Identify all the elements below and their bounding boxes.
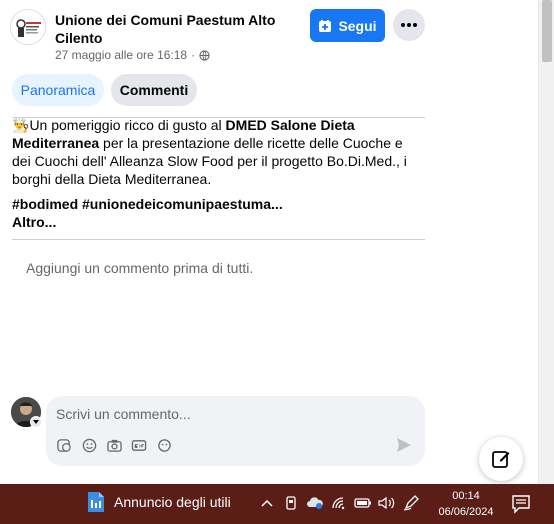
clock-date: 06/06/2024 — [438, 506, 494, 518]
comment-input[interactable]: Scrivi un commento... — [56, 406, 191, 422]
page-logo-icon — [11, 10, 45, 44]
divider — [12, 239, 425, 240]
stock-news-icon — [88, 492, 104, 512]
edit-icon — [492, 451, 510, 468]
follow-label: Segui — [338, 17, 377, 34]
ellipsis-icon — [401, 23, 417, 27]
send-icon[interactable] — [395, 436, 413, 454]
sticker-icon[interactable] — [156, 437, 172, 453]
chef-emoji: 👨‍🍳 — [12, 117, 30, 133]
page-avatar[interactable] — [10, 9, 46, 45]
post-hashtags: #bodimed #unionedeicomunipaestuma... Alt… — [12, 195, 424, 231]
facebook-post-page: Unione dei Comuni Paestum Alto Cilento 2… — [0, 0, 538, 484]
clock-time: 00:14 — [452, 490, 480, 502]
taskbar-widget[interactable]: Annuncio degli utili — [86, 491, 231, 513]
wifi-icon[interactable] — [330, 494, 348, 512]
taskbar-widget-label: Annuncio degli utili — [114, 494, 231, 510]
page-scrollbar[interactable] — [538, 0, 554, 484]
globe-icon — [199, 49, 210, 61]
taskbar-clock[interactable]: 00:14 06/06/2024 — [432, 488, 500, 520]
hashtag-links[interactable]: #bodimed #unionedeicomunipaestuma... — [12, 195, 424, 213]
new-message-button[interactable] — [479, 437, 523, 481]
volume-icon[interactable] — [378, 494, 396, 512]
chevron-down-icon — [33, 420, 39, 424]
system-tray — [258, 494, 420, 512]
post-meta: 27 maggio alle ore 16:18 · — [55, 48, 210, 62]
meta-separator: · — [191, 48, 196, 62]
pen-icon[interactable] — [402, 494, 420, 512]
post-timestamp[interactable]: 27 maggio alle ore 16:18 — [55, 48, 187, 62]
gif-icon[interactable] — [131, 437, 147, 453]
tab-comments[interactable]: Commenti — [111, 74, 197, 106]
empty-comments-text: Aggiungi un commento prima di tutti. — [26, 260, 254, 276]
usb-device-icon[interactable] — [282, 494, 300, 512]
comment-composer[interactable]: Scrivi un commento... — [46, 396, 425, 466]
follow-button[interactable]: Segui — [310, 9, 385, 42]
scrollbar-thumb[interactable] — [542, 0, 552, 62]
notification-center-icon[interactable] — [511, 494, 531, 514]
chevron-up-icon[interactable] — [258, 494, 276, 512]
windows-taskbar: Annuncio degli utili 00:14 06/06/2024 — [0, 484, 554, 524]
comment-tools — [56, 437, 172, 453]
see-more-link[interactable]: Altro... — [12, 213, 424, 231]
page-name-link[interactable]: Unione dei Comuni Paestum Alto Cilento — [55, 11, 295, 47]
onedrive-icon[interactable] — [306, 494, 324, 512]
follow-icon — [319, 19, 332, 32]
avatar-switch-button[interactable] — [30, 416, 42, 428]
post-text: 👨‍🍳Un pomeriggio ricco di gusto al DMED … — [12, 117, 407, 187]
camera-icon[interactable] — [106, 437, 122, 453]
tab-overview[interactable]: Panoramica — [12, 74, 104, 106]
sticker-avatar-icon[interactable] — [56, 437, 72, 453]
battery-icon[interactable] — [354, 494, 372, 512]
more-options-button[interactable] — [393, 9, 425, 41]
emoji-icon[interactable] — [81, 437, 97, 453]
